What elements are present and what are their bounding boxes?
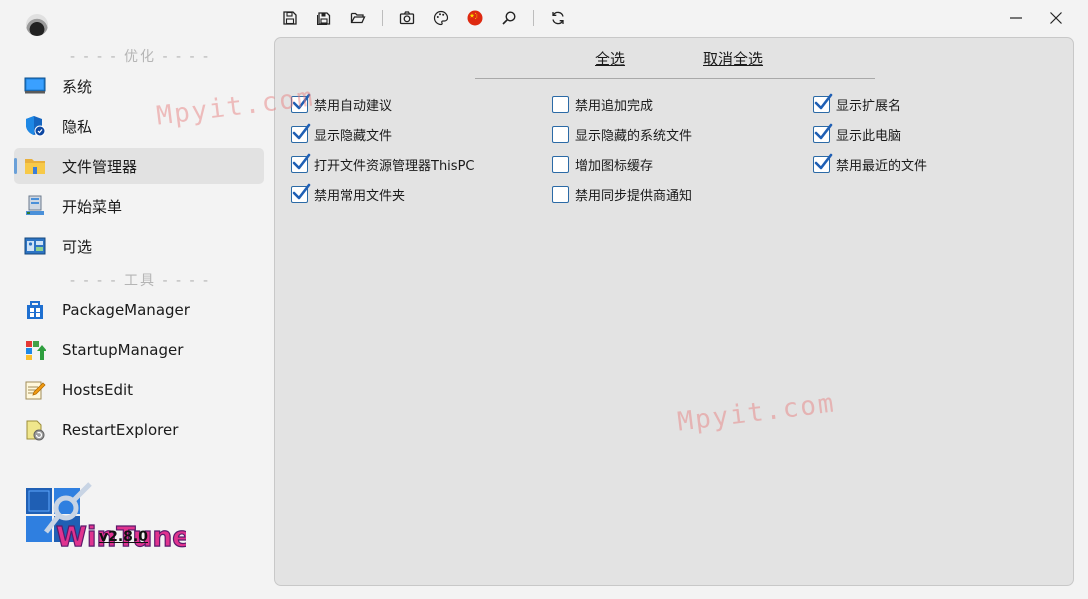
sidebar-item-privacy[interactable]: 隐私: [14, 108, 264, 144]
startup-icon: [24, 339, 46, 361]
toolbar: [278, 6, 580, 30]
palette-icon[interactable]: [429, 6, 453, 30]
option-open-explorer-thispc[interactable]: 打开文件资源管理器ThisPC: [291, 153, 474, 174]
sidebar-item-label: RestartExplorer: [62, 421, 179, 439]
sidebar-item-hosts-edit[interactable]: HostsEdit: [14, 372, 264, 408]
checkbox-checked[interactable]: [813, 123, 833, 143]
save-icon[interactable]: [278, 6, 302, 30]
sidebar-item-label: HostsEdit: [62, 381, 134, 399]
sidebar-item-label: 隐私: [62, 117, 93, 136]
sidebar-item-startup-manager[interactable]: StartupManager: [14, 332, 264, 368]
checkbox-checked[interactable]: [813, 93, 833, 113]
option-show-this-pc[interactable]: 显示此电脑: [813, 123, 901, 144]
sidebar-item-label: 开始菜单: [62, 197, 123, 216]
option-disable-recent-files[interactable]: 禁用最近的文件: [813, 153, 927, 174]
china-flag-icon[interactable]: [463, 6, 487, 30]
restart-explorer-icon: [24, 419, 46, 441]
close-icon[interactable]: [1042, 6, 1070, 30]
checkbox-unchecked[interactable]: [552, 185, 569, 203]
option-show-extensions[interactable]: 显示扩展名: [813, 93, 901, 114]
checkbox-unchecked[interactable]: [552, 125, 569, 143]
checkbox-unchecked[interactable]: [552, 155, 569, 173]
section-header-tools: - - - - 工具 - - - -: [69, 273, 210, 289]
checkbox-checked[interactable]: [291, 123, 311, 143]
app-icon: [26, 14, 48, 36]
toolbar-separator: [533, 10, 534, 26]
shield-icon: [24, 115, 46, 137]
sidebar-item-label: 可选: [62, 237, 93, 256]
sidebar-item-label: PackageManager: [62, 301, 190, 319]
option-disable-auto-suggest[interactable]: 禁用自动建议: [291, 93, 392, 114]
deselect-all-link[interactable]: 取消全选: [703, 48, 763, 69]
sidebar-item-file-manager[interactable]: 文件管理器: [14, 148, 264, 184]
sidebar-item-restart-explorer[interactable]: RestartExplorer: [14, 412, 264, 448]
save-all-icon[interactable]: [312, 6, 336, 30]
sidebar-item-start-menu[interactable]: 开始菜单: [14, 188, 264, 224]
sidebar-item-package-manager[interactable]: PackageManager: [14, 292, 264, 328]
checkbox-checked[interactable]: [291, 93, 311, 113]
header-divider: [475, 78, 875, 79]
version-link[interactable]: v2.8.0: [99, 529, 148, 545]
option-disable-frequent-folders[interactable]: 禁用常用文件夹: [291, 183, 405, 204]
checkbox-checked[interactable]: [291, 153, 311, 173]
option-show-hidden-system-files[interactable]: 显示隐藏的系统文件: [552, 124, 692, 144]
start-menu-icon: [24, 195, 46, 217]
settings-panel-icon: [24, 235, 46, 257]
monitor-icon: [24, 75, 46, 97]
camera-icon[interactable]: [395, 6, 419, 30]
select-all-link[interactable]: 全选: [595, 48, 625, 69]
sidebar-item-optional[interactable]: 可选: [14, 228, 264, 264]
sidebar-item-system[interactable]: 系统: [14, 68, 264, 104]
sidebar-item-label: StartupManager: [62, 341, 184, 359]
edit-note-icon: [24, 379, 46, 401]
checkbox-unchecked[interactable]: [552, 95, 569, 113]
option-show-hidden-files[interactable]: 显示隐藏文件: [291, 123, 392, 144]
checkbox-checked[interactable]: [291, 183, 311, 203]
toolbar-separator: [382, 10, 383, 26]
option-increase-icon-cache[interactable]: 增加图标缓存: [552, 154, 653, 174]
search-icon[interactable]: [497, 6, 521, 30]
sidebar-item-label: 文件管理器: [62, 157, 138, 176]
refresh-icon[interactable]: [546, 6, 570, 30]
checkbox-checked[interactable]: [813, 153, 833, 173]
watermark: Mpyit.com: [675, 388, 838, 438]
package-icon: [24, 299, 46, 321]
folder-icon: [24, 155, 46, 177]
window-controls: [990, 6, 1070, 30]
section-header-optimize: - - - - 优化 - - - -: [69, 49, 210, 65]
folder-open-icon[interactable]: [346, 6, 370, 30]
option-disable-sync-provider-notifications[interactable]: 禁用同步提供商通知: [552, 184, 692, 204]
option-disable-append-completion[interactable]: 禁用追加完成: [552, 94, 653, 114]
options-panel: 全选 取消全选 禁用自动建议 显示隐藏文件 打开文件资源管理器ThisPC 禁用…: [274, 37, 1074, 586]
sidebar-item-label: 系统: [62, 77, 93, 96]
minimize-icon[interactable]: [1002, 6, 1030, 30]
